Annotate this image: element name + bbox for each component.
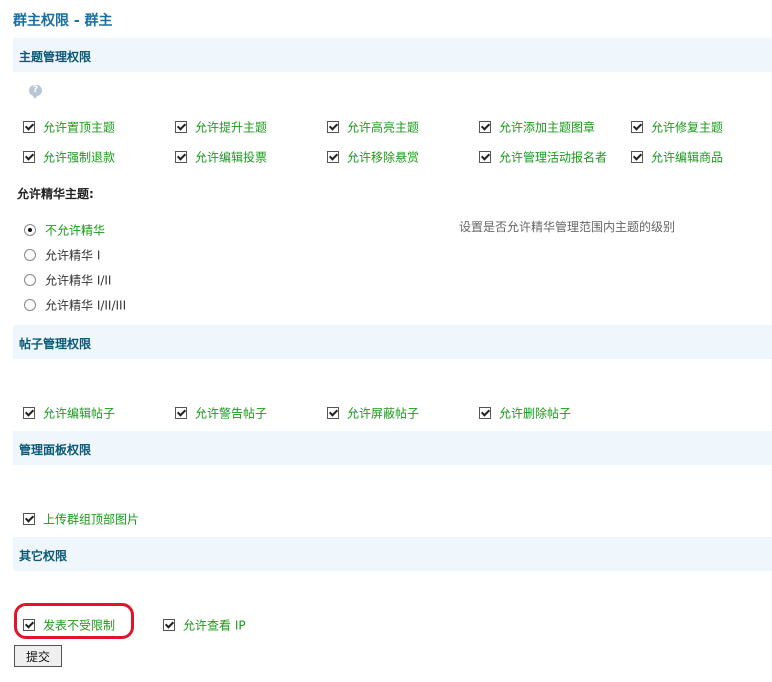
checkbox-icon[interactable] <box>327 120 339 133</box>
radio-icon[interactable] <box>24 273 36 286</box>
section-header-topic: 主题管理权限 <box>13 38 772 72</box>
checkbox-post-2[interactable]: 允许屏蔽帖子 <box>327 405 419 421</box>
checkbox-topic-8[interactable]: 允许管理活动报名者 <box>479 149 607 165</box>
checkbox-post-1[interactable]: 允许警告帖子 <box>175 405 267 421</box>
checkbox-topic-9[interactable]: 允许编辑商品 <box>631 149 723 165</box>
checkbox-icon[interactable] <box>175 120 187 133</box>
checkbox-topic-1[interactable]: 允许提升主题 <box>175 119 267 135</box>
checkbox-icon[interactable] <box>327 406 339 419</box>
checkbox-icon[interactable] <box>23 120 35 133</box>
checkbox-icon[interactable] <box>23 512 35 525</box>
radio-icon[interactable] <box>24 248 36 261</box>
checkbox-icon[interactable] <box>327 150 339 163</box>
checkbox-topic-0[interactable]: 允许置顶主题 <box>23 119 115 135</box>
highlight-annotation <box>14 603 134 639</box>
radio-digest-0[interactable]: 不允许精华 <box>24 222 105 238</box>
checkbox-post-3[interactable]: 允许删除帖子 <box>479 405 571 421</box>
section-header-other: 其它权限 <box>13 537 772 571</box>
radio-icon[interactable] <box>24 298 36 311</box>
checkbox-panel-0[interactable]: 上传群组顶部图片 <box>23 511 139 527</box>
checkbox-other-1[interactable]: 允许查看 IP <box>163 617 246 633</box>
radio-selected-icon[interactable] <box>24 223 36 236</box>
section-header-post: 帖子管理权限 <box>13 325 772 359</box>
checkbox-icon[interactable] <box>175 150 187 163</box>
digest-label: 允许精华主题: <box>17 187 94 201</box>
section-header-panel: 管理面板权限 <box>13 431 772 465</box>
checkbox-icon[interactable] <box>163 618 175 631</box>
digest-hint: 设置是否允许精华管理范围内主题的级别 <box>459 220 676 234</box>
checkbox-icon[interactable] <box>479 120 491 133</box>
section-title: 主题管理权限 <box>19 50 92 64</box>
checkbox-topic-5[interactable]: 允许强制退款 <box>23 149 115 165</box>
checkbox-topic-2[interactable]: 允许高亮主题 <box>327 119 419 135</box>
checkbox-topic-6[interactable]: 允许编辑投票 <box>175 149 267 165</box>
checkbox-icon[interactable] <box>631 120 643 133</box>
help-question-icon[interactable]: ? <box>29 85 42 99</box>
checkbox-icon[interactable] <box>23 406 35 419</box>
submit-button[interactable]: 提交 <box>14 645 62 667</box>
section-title: 帖子管理权限 <box>19 337 92 351</box>
checkbox-post-0[interactable]: 允许编辑帖子 <box>23 405 115 421</box>
checkbox-icon[interactable] <box>631 150 643 163</box>
checkbox-topic-4[interactable]: 允许修复主题 <box>631 119 723 135</box>
section-title: 管理面板权限 <box>19 443 92 457</box>
radio-digest-2[interactable]: 允许精华 I/II <box>24 272 111 288</box>
radio-digest-3[interactable]: 允许精华 I/II/III <box>24 297 126 313</box>
checkbox-icon[interactable] <box>479 150 491 163</box>
radio-digest-1[interactable]: 允许精华 I <box>24 247 100 263</box>
section-title: 其它权限 <box>19 549 68 563</box>
checkbox-icon[interactable] <box>175 406 187 419</box>
checkbox-topic-7[interactable]: 允许移除悬赏 <box>327 149 419 165</box>
checkbox-icon[interactable] <box>23 150 35 163</box>
page-title: 群主权限 - 群主 <box>13 13 113 29</box>
checkbox-topic-3[interactable]: 允许添加主题图章 <box>479 119 595 135</box>
checkbox-icon[interactable] <box>479 406 491 419</box>
